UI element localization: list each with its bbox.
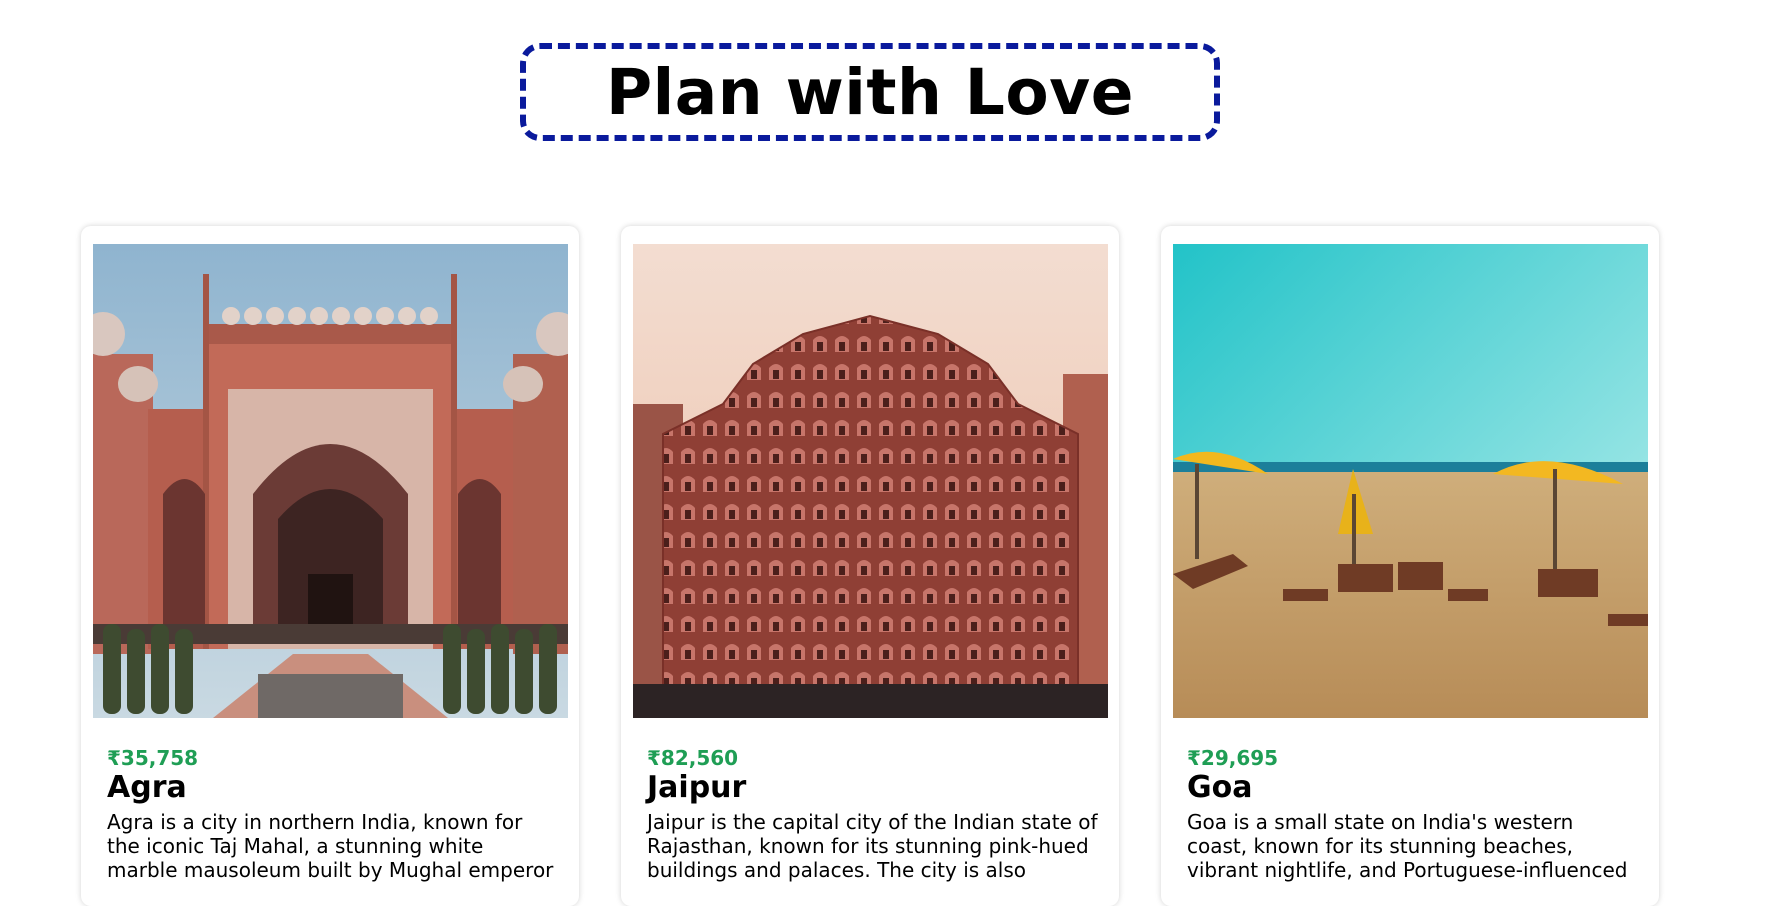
- city-name: Jaipur: [647, 770, 747, 805]
- destination-card-agra[interactable]: ₹35,758 Agra Agra is a city in northern …: [81, 226, 579, 906]
- price-label: ₹82,560: [647, 746, 739, 770]
- page-title: Plan with Love: [606, 55, 1134, 129]
- destination-card-jaipur[interactable]: ₹82,560 Jaipur Jaipur is the capital cit…: [621, 226, 1119, 906]
- price-label: ₹29,695: [1187, 746, 1279, 770]
- destination-card-goa[interactable]: ₹29,695 Goa Goa is a small state on Indi…: [1161, 226, 1659, 906]
- city-description: Jaipur is the capital city of the Indian…: [647, 810, 1098, 882]
- city-name: Agra: [107, 770, 187, 805]
- city-name: Goa: [1187, 770, 1253, 805]
- jaipur-photo: [633, 244, 1108, 718]
- page-title-box: Plan with Love: [520, 43, 1220, 141]
- agra-photo: [93, 244, 568, 718]
- goa-photo: [1173, 244, 1648, 718]
- city-description: Goa is a small state on India's western …: [1187, 810, 1628, 882]
- city-description: Agra is a city in northern India, known …: [107, 810, 554, 882]
- price-label: ₹35,758: [107, 746, 199, 770]
